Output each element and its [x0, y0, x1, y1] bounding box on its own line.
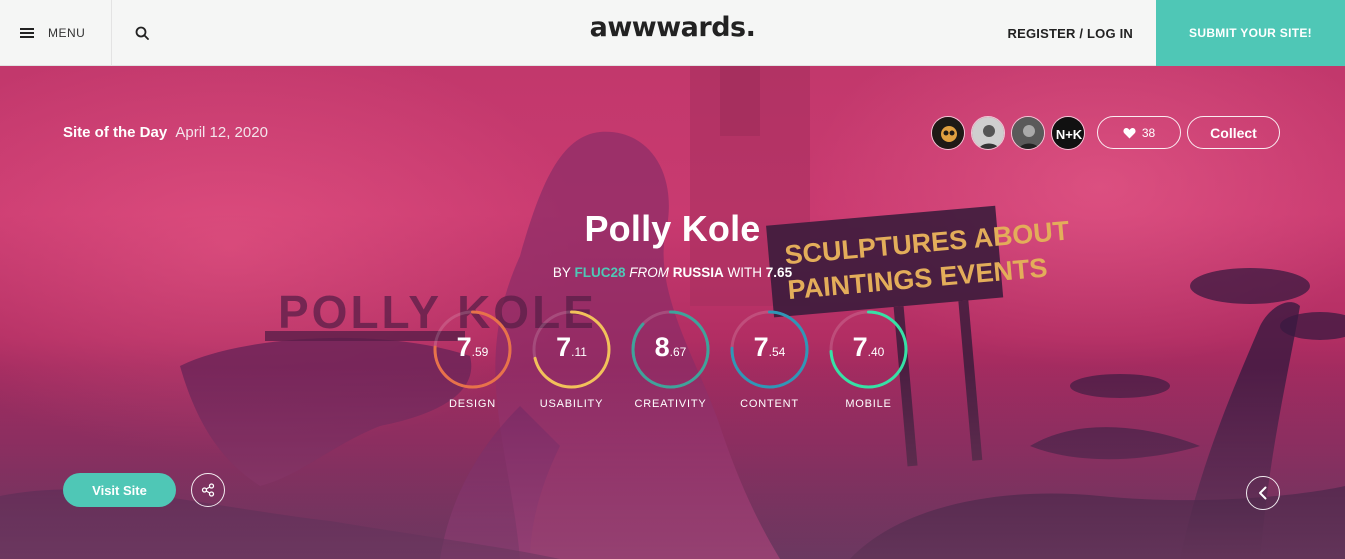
menu-button[interactable]: MENU	[0, 0, 112, 66]
hero-section: POLLY KOLE SCULPTURES ABOUT PAINTINGS EV…	[0, 66, 1345, 559]
score-label: DESIGN	[449, 398, 496, 410]
score-design: 7.59 DESIGN	[433, 310, 512, 410]
search-icon	[135, 26, 149, 40]
share-icon	[201, 483, 215, 497]
avatar[interactable]: N+K	[1051, 116, 1085, 150]
score-integer: 7	[556, 332, 572, 362]
country: RUSSIA	[672, 265, 724, 280]
score-label: CREATIVITY	[634, 398, 707, 410]
score-decimal: .54	[768, 345, 786, 359]
score-label: MOBILE	[845, 398, 892, 410]
avatar[interactable]	[971, 116, 1005, 150]
score-content: 7.54 CONTENT	[730, 310, 809, 410]
score-ring: 8.67	[631, 310, 710, 389]
score-ring: 7.40	[829, 310, 908, 389]
previous-site-button[interactable]	[1246, 476, 1280, 510]
avatar[interactable]	[931, 116, 965, 150]
avatar[interactable]	[1011, 116, 1045, 150]
likes-count: 38	[1141, 125, 1156, 140]
score-ring: 7.59	[433, 310, 512, 389]
from-label: FROM	[629, 265, 669, 280]
menu-label: MENU	[48, 26, 86, 40]
collect-button[interactable]: Collect	[1187, 116, 1280, 149]
site-logo[interactable]: awwwards.	[0, 12, 1345, 43]
site-of-the-day: Site of the Day April 12, 2020	[63, 124, 268, 141]
score-decimal: .67	[669, 345, 687, 359]
score-rings: 7.59 DESIGN 7.11 USABILITY 8.67 CREATIVI…	[433, 310, 928, 410]
share-button[interactable]	[191, 473, 225, 507]
score-integer: 7	[456, 332, 472, 362]
like-button[interactable]: 38	[1097, 116, 1181, 149]
heart-icon	[1123, 127, 1136, 138]
award-date: April 12, 2020	[175, 124, 268, 141]
score-decimal: .59	[471, 345, 489, 359]
score-creativity: 8.67 CREATIVITY	[631, 310, 710, 410]
with-label: WITH	[727, 265, 763, 280]
score-mobile: 7.40 MOBILE	[829, 310, 908, 410]
score-usability: 7.11 USABILITY	[532, 310, 611, 410]
author-link[interactable]: FLUC28	[574, 265, 625, 280]
judges-list: N+K	[931, 116, 1091, 150]
overall-score: 7.65	[765, 265, 793, 280]
submit-site-button[interactable]: SUBMIT YOUR SITE!	[1156, 0, 1345, 66]
visit-site-button[interactable]: Visit Site	[63, 473, 176, 507]
search-button[interactable]	[112, 0, 172, 66]
score-decimal: .11	[571, 345, 587, 359]
svg-text:N+K: N+K	[1056, 127, 1083, 142]
hamburger-icon	[20, 28, 34, 38]
by-label: BY	[552, 265, 571, 280]
judge-avatar-icon	[1012, 117, 1044, 149]
score-integer: 7	[753, 332, 769, 362]
site-title: Polly Kole	[584, 208, 761, 249]
chevron-left-icon	[1259, 486, 1267, 500]
judge-avatar-icon	[972, 117, 1004, 149]
score-integer: 7	[852, 332, 868, 362]
judge-avatar-icon	[932, 117, 964, 149]
score-decimal: .40	[867, 345, 885, 359]
top-bar: MENU awwwards. REGISTER / LOG IN SUBMIT …	[0, 0, 1345, 66]
score-label: USABILITY	[539, 398, 604, 410]
score-integer: 8	[654, 332, 670, 362]
score-label: CONTENT	[740, 398, 799, 410]
score-ring: 7.11	[532, 310, 611, 389]
judge-avatar-icon: N+K	[1052, 117, 1084, 149]
register-login-link[interactable]: REGISTER / LOG IN	[1008, 0, 1133, 66]
score-ring: 7.54	[730, 310, 809, 389]
site-byline: BY FLUC28 FROM RUSSIA WITH 7.65	[0, 265, 1345, 280]
award-title: Site of the Day	[63, 124, 168, 141]
